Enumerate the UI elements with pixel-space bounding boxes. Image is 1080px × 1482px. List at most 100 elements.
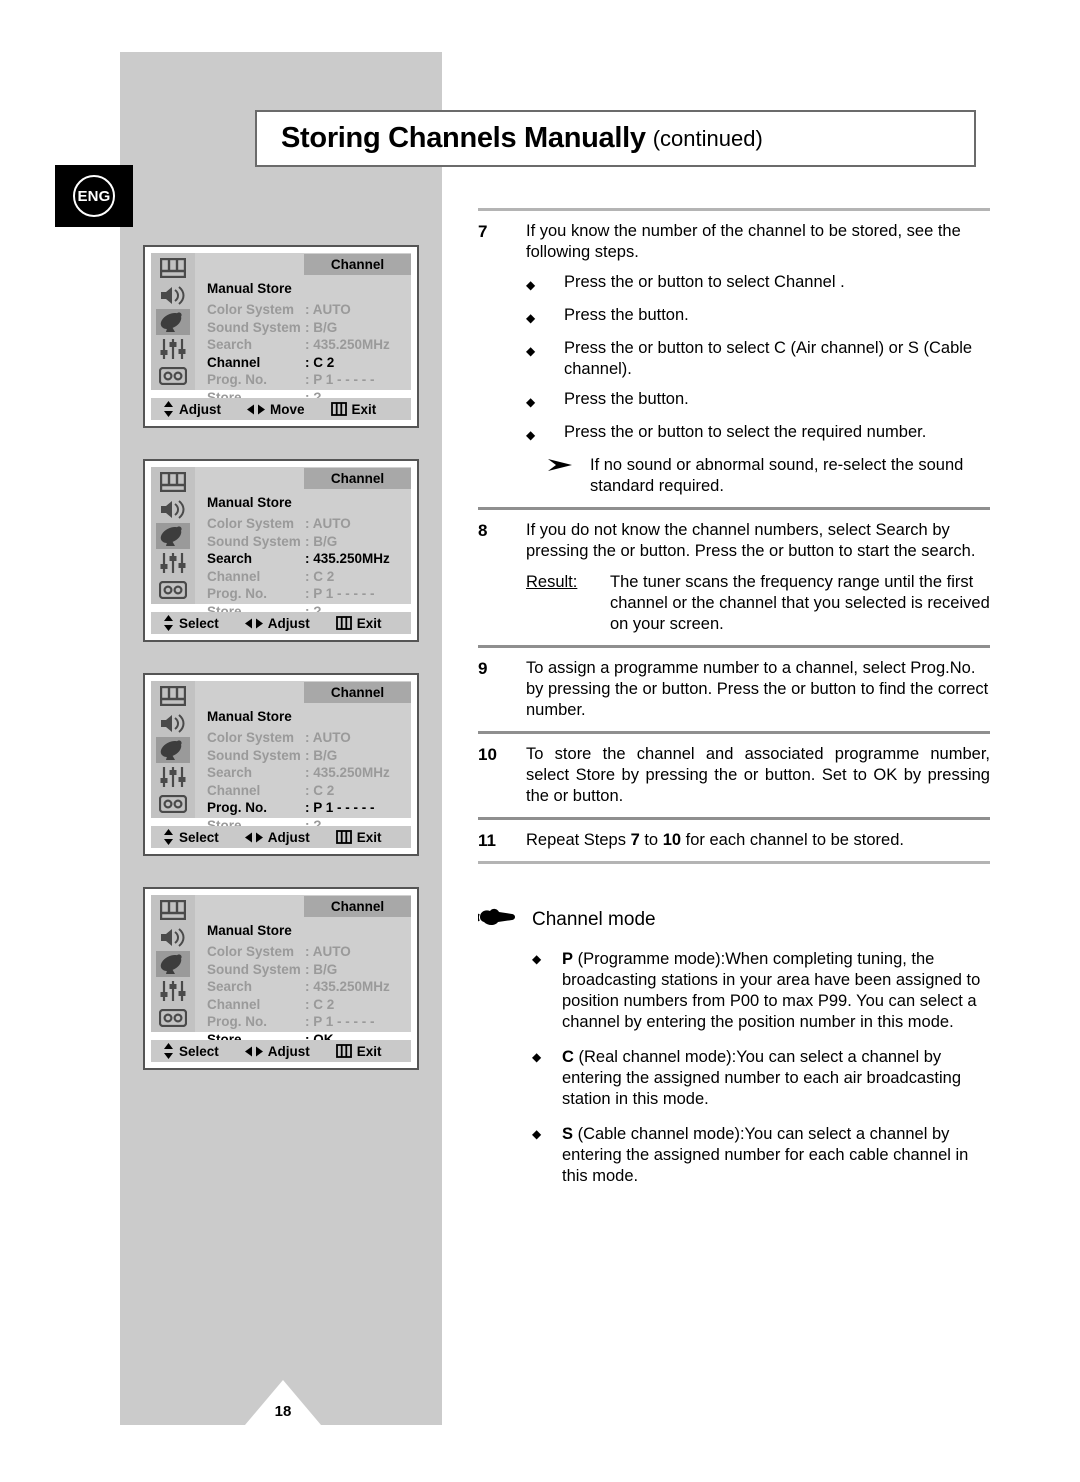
step-number: 11: [478, 831, 496, 850]
step-10: 10 To store the channel and associated p…: [478, 734, 990, 817]
mode-text: (Real channel mode):You can select a cha…: [562, 1048, 962, 1108]
leftright-arrow-icon: [244, 617, 263, 630]
diamond-icon: ◆: [526, 395, 536, 409]
updown-arrow-icon: [163, 401, 174, 417]
setup-sliders-icon: [156, 336, 190, 362]
updown-arrow-icon: [163, 615, 174, 631]
sound-icon: [156, 924, 190, 950]
bullet-item: ◆ Press the or button to select the requ…: [526, 422, 990, 446]
osd-row: Search : 435.250MHz: [207, 550, 421, 568]
osd-bar-label: Adjust: [267, 829, 310, 845]
osd-row-value: : B/G: [305, 747, 338, 763]
menu-exit-icon: [335, 1044, 352, 1058]
osd-menu-column: Channel Manual Store Color System: AUTO Sou…: [195, 253, 411, 405]
menu-exit-icon: [330, 402, 347, 416]
osd-menu-tag: Channel: [304, 254, 411, 275]
mode-key: P: [562, 950, 574, 968]
step-text: To assign a programme number to a channe…: [526, 659, 989, 719]
osd-bar-action: Adjust: [244, 616, 310, 631]
updown-arrow-icon: [163, 1043, 174, 1059]
vcr-icon: [156, 791, 190, 817]
osd-row-value: : C 2: [305, 782, 335, 798]
channel-mode-section: Channel mode ◆ P (Programme mode):When c…: [477, 906, 990, 1187]
osd-row-label: Prog. No.: [207, 800, 267, 816]
step-ref-a: 7: [630, 831, 640, 849]
bullet-text: Press the button.: [564, 306, 689, 324]
osd-row: Channel: C 2: [207, 782, 421, 800]
osd-screenshot-1: Channel Manual Store Color System: AUTO Sou…: [143, 245, 419, 428]
osd-row-value: : P 1 - - - - -: [305, 586, 375, 602]
osd-bar-action: Adjust: [244, 829, 310, 845]
osd-row: Color System: AUTO: [207, 301, 421, 319]
osd-bar-action: Move: [247, 402, 305, 417]
osd-row-label: Sound System: [207, 747, 301, 763]
vcr-icon: [156, 1005, 190, 1031]
step-number: 7: [478, 222, 488, 241]
menu-exit-icon: [335, 830, 352, 844]
channel-dish-icon: [156, 309, 190, 335]
osd-bar-action: Select: [163, 829, 219, 845]
osd-row-label: Channel: [207, 354, 261, 370]
osd-bar-action: Exit: [335, 830, 382, 845]
osd-row-label: Prog. No.: [207, 586, 267, 602]
channel-mode-item: ◆ C (Real channel mode):You can select a…: [532, 1047, 990, 1110]
vcr-icon: [156, 577, 190, 603]
osd-row: Prog. No.: P 1 - - - - -: [207, 371, 421, 389]
osd-row: Prog. No. : P 1 - - - - -: [207, 585, 421, 603]
diamond-icon: ◆: [526, 278, 536, 292]
manual-page: ENG Storing Channels Manually (continued…: [0, 0, 1080, 1482]
osd-row-value: : B/G: [305, 533, 338, 549]
sound-icon: [156, 710, 190, 736]
osd-row-value: : AUTO: [305, 730, 351, 746]
vcr-icon: [156, 363, 190, 389]
osd-row: Channel: C 2: [207, 996, 421, 1014]
osd-row: Color System: AUTO: [207, 943, 421, 961]
bullet-text: Press the or button to select Channel .: [564, 273, 845, 291]
osd-row-value: : 435.250MHz: [305, 765, 390, 781]
step-text-pre: Repeat Steps: [526, 831, 631, 849]
step-text: If you do not know the channel numbers, …: [526, 521, 976, 560]
osd-row-label: Color System: [207, 302, 295, 318]
osd-row: Search: 435.250MHz: [207, 978, 421, 996]
osd-row-value: : 435.250MHz: [305, 337, 390, 353]
updown-arrow-icon: [163, 829, 174, 845]
bullet-item: ◆ Press the button.: [526, 305, 990, 329]
osd-bar-label: Exit: [356, 615, 382, 631]
osd-menu-column: Channel Manual Store Color System: AUTO Sou…: [195, 467, 411, 619]
step-9: 9 To assign a programme number to a chan…: [478, 648, 990, 731]
step-8: 8 If you do not know the channel numbers…: [478, 510, 990, 645]
osd-menu-column: Channel Manual Store Color System: AUTO Sou…: [195, 895, 411, 1047]
osd-action-bar: Select Adjust Exit: [151, 1040, 411, 1062]
osd-row-value: : AUTO: [305, 516, 351, 532]
osd-bar-label: Exit: [351, 401, 377, 417]
osd-row-label: Search: [207, 551, 253, 567]
osd-row-label: Sound System: [207, 533, 301, 549]
bullet-text: Press the or button to select C (Air cha…: [564, 339, 973, 378]
picture-icon: [156, 683, 190, 709]
mode-text: (Cable channel mode):You can select a ch…: [562, 1125, 969, 1185]
osd-rows: Color System: AUTO Sound System: B/G Searc…: [207, 301, 421, 406]
channel-dish-icon: [156, 737, 190, 763]
osd-bar-action: Exit: [335, 1044, 382, 1059]
osd-row-value: : P 1 - - - - -: [305, 1014, 375, 1030]
osd-bar-action: Select: [163, 1043, 219, 1059]
osd-rows: Color System: AUTO Sound System: B/G Searc…: [207, 943, 421, 1048]
osd-bar-action: Adjust: [244, 1043, 310, 1059]
osd-bar-action: Exit: [330, 401, 377, 417]
osd-row-label: Sound System: [207, 961, 301, 977]
channel-mode-title: Channel mode: [532, 908, 656, 930]
step-ref-b: 10: [662, 831, 682, 849]
osd-menu-tag: Channel: [304, 682, 411, 703]
note-item: If no sound or abnormal sound, re-select…: [546, 455, 990, 497]
osd-bar-label: Adjust: [267, 1043, 310, 1059]
osd-row-value: : 435.250MHz: [305, 551, 390, 567]
osd-row-value: : AUTO: [305, 944, 351, 960]
leftright-arrow-icon: [244, 831, 263, 844]
leftright-arrow-icon: [244, 1045, 263, 1058]
osd-row-label: Search: [207, 337, 253, 353]
osd-row: Sound System: B/G: [207, 319, 421, 337]
step-text: Repeat Steps 7 to 10 for each channel to…: [526, 830, 990, 851]
channel-mode-item: ◆ S (Cable channel mode):You can select …: [532, 1124, 990, 1187]
leftright-arrow-icon: [247, 403, 265, 416]
osd-bar-label: Select: [179, 829, 219, 845]
